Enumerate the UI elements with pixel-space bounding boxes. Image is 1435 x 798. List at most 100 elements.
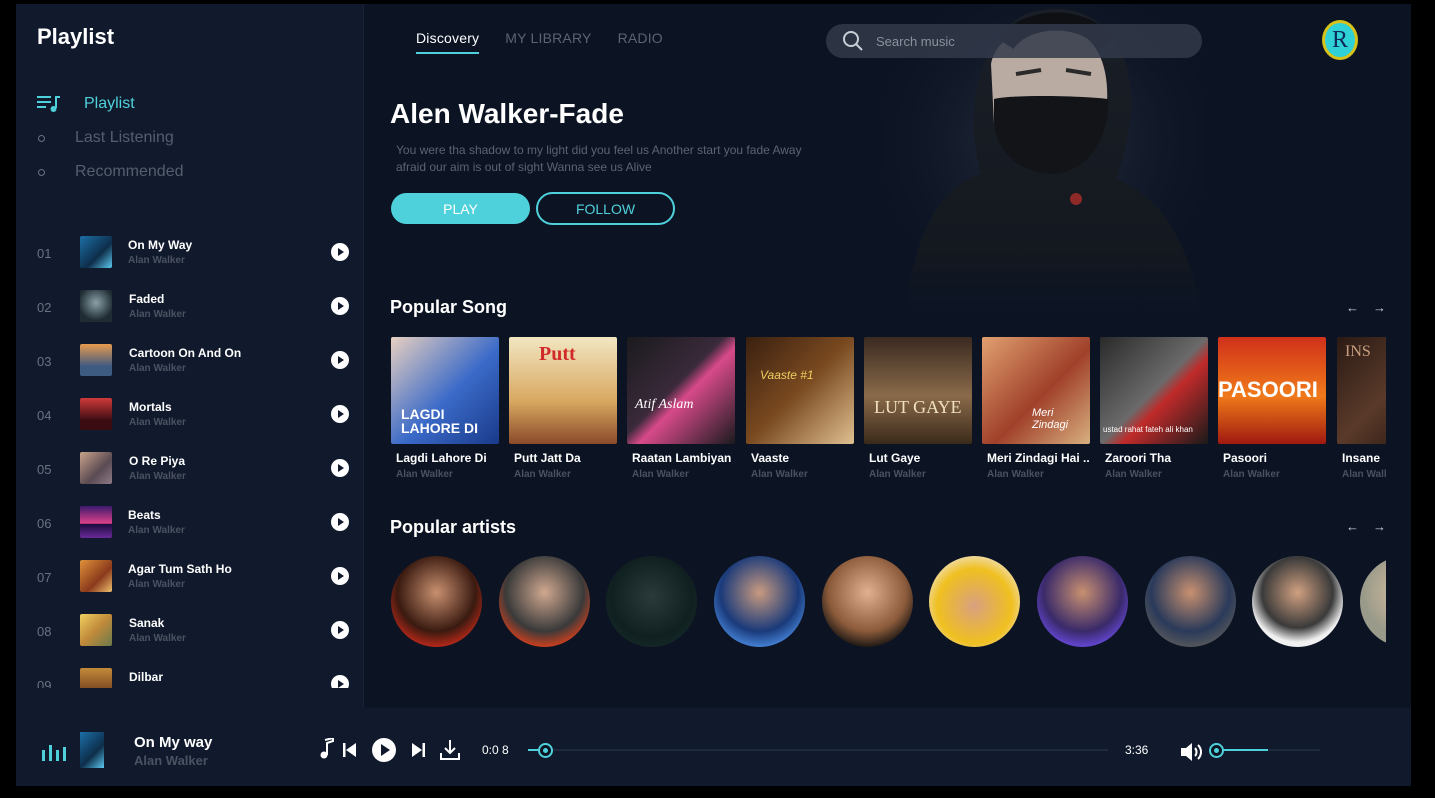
duration: 3:36	[1125, 743, 1149, 757]
tab-radio[interactable]: RADIO	[618, 30, 663, 54]
artist-avatar[interactable]	[391, 556, 482, 647]
song-artist: Alan Walker	[632, 469, 689, 480]
song-title: Zaroori Tha	[1105, 451, 1172, 465]
track-title: Cartoon On And On	[129, 346, 242, 360]
track-row[interactable]: 06 Beats Alan Walker	[16, 498, 364, 552]
volume-handle[interactable]	[1209, 743, 1224, 758]
song-cover: ustad rahat fateh ali khan	[1100, 337, 1208, 444]
user-avatar[interactable]: R	[1322, 20, 1358, 60]
popular-songs-nav: ← →	[1346, 300, 1386, 315]
arrow-left-icon[interactable]: ←	[1346, 300, 1359, 315]
arrow-right-icon[interactable]: →	[1373, 300, 1386, 315]
track-number: 02	[37, 300, 52, 315]
play-icon[interactable]	[331, 243, 349, 261]
song-card[interactable]: Atif Aslam Raatan Lambiyan Alan Walker	[627, 337, 735, 480]
track-number: 08	[37, 624, 52, 639]
sidebar-item-playlist[interactable]: Playlist	[37, 87, 184, 121]
artist-avatar[interactable]	[1037, 556, 1128, 647]
play-icon[interactable]	[331, 405, 349, 423]
track-title: Agar Tum Sath Ho	[128, 562, 232, 576]
song-title: Lagdi Lahore Di	[396, 451, 487, 465]
track-row[interactable]: 04 Mortals Alan Walker	[16, 390, 364, 444]
track-number: 05	[37, 462, 52, 477]
tab-my-library[interactable]: MY LIBRARY	[505, 30, 591, 54]
play-icon[interactable]	[331, 351, 349, 369]
track-number: 04	[37, 408, 52, 423]
artist-avatar[interactable]	[1145, 556, 1236, 647]
play-icon[interactable]	[331, 459, 349, 477]
track-row[interactable]: 02 Faded Alan Walker	[16, 282, 364, 336]
track-artist: Alan Walker	[128, 255, 185, 266]
search-icon	[842, 30, 864, 52]
arrow-right-icon[interactable]: →	[1373, 519, 1386, 534]
song-cover: Putt	[509, 337, 617, 444]
progress-track[interactable]	[528, 749, 1108, 751]
song-card[interactable]: LAGDI LAHORE DI Lagdi Lahore Di Alan Wal…	[391, 337, 499, 480]
play-button[interactable]: PLAY	[391, 193, 530, 224]
artist-avatar[interactable]	[606, 556, 697, 647]
play-icon[interactable]	[331, 297, 349, 315]
play-icon[interactable]	[331, 621, 349, 639]
track-row[interactable]: 07 Agar Tum Sath Ho Alan Walker	[16, 552, 364, 606]
download-icon[interactable]	[439, 739, 461, 766]
progress-handle[interactable]	[538, 743, 553, 758]
play-icon[interactable]	[331, 513, 349, 531]
track-row[interactable]: 03 Cartoon On And On Alan Walker	[16, 336, 364, 390]
follow-button[interactable]: FOLLOW	[536, 192, 675, 225]
dot-icon	[37, 168, 65, 176]
dot-icon	[37, 134, 65, 142]
sidebar-item-last-listening[interactable]: Last Listening	[37, 121, 184, 155]
song-title: Insane	[1342, 451, 1381, 465]
track-row[interactable]: 08 Sanak Alan Walker	[16, 606, 364, 660]
track-thumbnail	[80, 290, 112, 322]
track-artist: Alan Walker	[128, 525, 185, 536]
song-artist: Alan Walker	[751, 469, 808, 480]
popular-songs-title: Popular Song	[390, 297, 507, 317]
sidebar-item-recommended[interactable]: Recommended	[37, 155, 184, 189]
song-artist: Alan Walker	[987, 469, 1044, 480]
track-number: 07	[37, 570, 52, 585]
sidebar-item-label: Recommended	[75, 163, 184, 180]
artist-avatar[interactable]	[822, 556, 913, 647]
skip-next-icon[interactable]	[411, 743, 425, 762]
song-card[interactable]: Putt Putt Jatt Da Alan Walker	[509, 337, 617, 480]
song-title: Lut Gaye	[869, 451, 921, 465]
play-pause-button[interactable]	[372, 738, 396, 767]
artist-avatar[interactable]	[1360, 556, 1386, 647]
song-title: Vaaste	[751, 451, 790, 465]
tab-discovery[interactable]: Discovery	[416, 30, 480, 54]
track-artist: Alan Walker	[129, 633, 186, 644]
skip-previous-icon[interactable]	[343, 743, 357, 762]
song-card[interactable]: LUT GAYE Lut Gaye Alan Walker	[864, 337, 972, 480]
volume-icon[interactable]	[1181, 743, 1205, 766]
equalizer-icon	[42, 745, 66, 761]
popular-artists-nav: ← →	[1346, 519, 1386, 534]
now-playing-artist: Alan Walker	[134, 753, 208, 768]
song-title: Pasoori	[1223, 451, 1268, 465]
song-card[interactable]: PASOORI Pasoori Alan Walker	[1218, 337, 1326, 480]
song-artist: Alan Walker	[514, 469, 571, 480]
song-card[interactable]: INS Insane Alan Walker	[1337, 337, 1386, 480]
track-number: 01	[37, 246, 52, 261]
music-note-icon[interactable]	[319, 736, 335, 765]
track-artist: Alan Walker	[129, 417, 186, 428]
artist-avatar[interactable]	[929, 556, 1020, 647]
playlist-icon	[37, 95, 65, 113]
song-card[interactable]: Vaaste #1 Vaaste Alan Walker	[746, 337, 854, 480]
track-thumbnail	[80, 506, 112, 538]
play-icon[interactable]	[331, 567, 349, 585]
search-bar[interactable]	[826, 24, 1202, 58]
artist-avatar[interactable]	[714, 556, 805, 647]
sidebar-item-label: Playlist	[84, 95, 135, 112]
song-card[interactable]: ustad rahat fateh ali khan Zaroori Tha A…	[1100, 337, 1208, 480]
track-thumbnail	[80, 398, 112, 430]
arrow-left-icon[interactable]: ←	[1346, 519, 1359, 534]
artist-avatar[interactable]	[499, 556, 590, 647]
track-row[interactable]: 01 On My Way Alan Walker	[16, 228, 364, 282]
song-card[interactable]: Meri Zindagi Meri Zindagi Hai ... Alan W…	[982, 337, 1090, 480]
search-input[interactable]	[876, 33, 1176, 49]
artist-avatar[interactable]	[1252, 556, 1343, 647]
track-row[interactable]: 05 O Re Piya Alan Walker	[16, 444, 364, 498]
track-row[interactable]: 09 Dilbar	[16, 660, 364, 688]
play-icon[interactable]	[331, 675, 349, 688]
